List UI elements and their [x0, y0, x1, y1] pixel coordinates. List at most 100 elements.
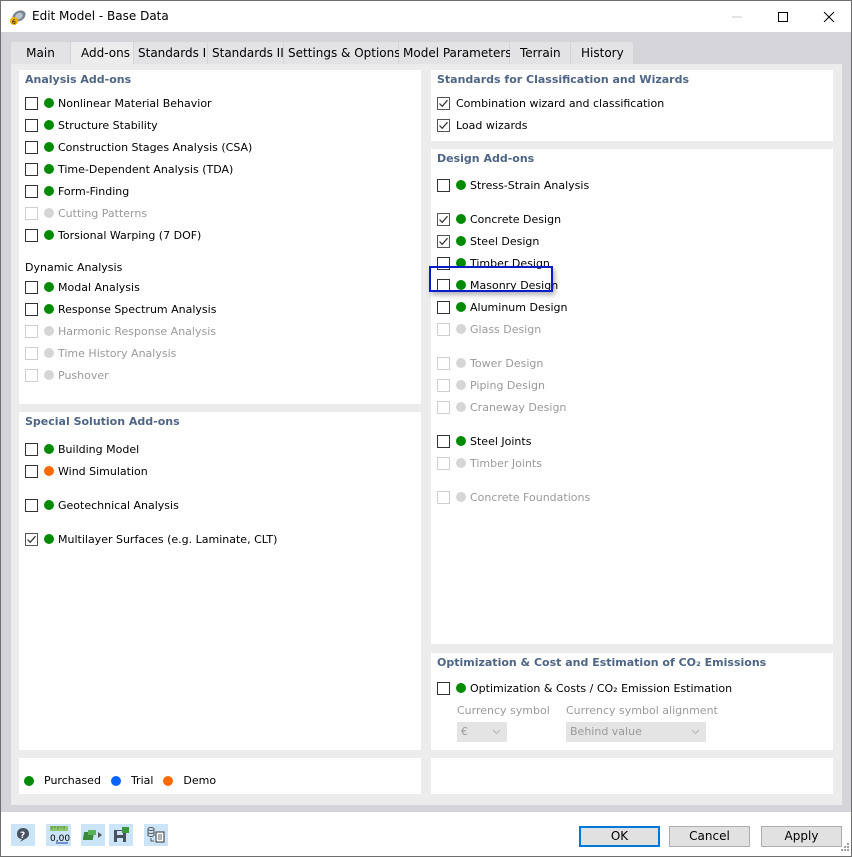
load-wizards-label: Load wizards: [456, 118, 528, 132]
addon-row-geotechnical-analysis[interactable]: Geotechnical Analysis: [25, 497, 179, 513]
addon-row-steel-joints[interactable]: Steel Joints: [437, 433, 531, 449]
apply-button[interactable]: Apply: [761, 826, 842, 847]
tab-standards-i[interactable]: Standards I: [134, 42, 208, 64]
addon-row-response-spectrum-analysis[interactable]: Response Spectrum Analysis: [25, 301, 216, 317]
masonry-design-checkbox[interactable]: [437, 278, 450, 292]
time-history-analysis-checkbox: [25, 346, 38, 360]
multilayer-surfaces-e-g-laminate-clt-checkbox[interactable]: [25, 532, 38, 546]
building-model-checkbox[interactable]: [25, 442, 38, 456]
tab-main[interactable]: Main: [11, 42, 71, 64]
wind-simulation-checkbox[interactable]: [25, 464, 38, 478]
currency-symbol-label: Currency symbol: [457, 704, 550, 717]
combination-wizard-and-classification-checkbox[interactable]: [437, 96, 450, 110]
check-mark-icon: [439, 99, 448, 107]
steel-joints-label: Steel Joints: [470, 434, 532, 448]
geotechnical-analysis-checkbox[interactable]: [25, 498, 38, 512]
help-button[interactable]: ?: [11, 824, 35, 846]
construction-stages-analysis-csa-checkbox[interactable]: [25, 140, 38, 154]
license-legend: Purchased Trial Demo: [24, 774, 226, 787]
addon-row-wind-simulation[interactable]: Wind Simulation: [25, 463, 148, 479]
steel-joints-checkbox[interactable]: [437, 434, 450, 448]
modal-analysis-checkbox[interactable]: [25, 280, 38, 294]
maximize-button[interactable]: [760, 1, 806, 32]
concrete-design-checkbox[interactable]: [437, 212, 450, 226]
aluminum-design-checkbox[interactable]: [437, 300, 450, 314]
tab-settings-options[interactable]: Settings & Options: [284, 42, 401, 64]
addon-row-multilayer-surfaces-e-g-laminate-clt[interactable]: Multilayer Surfaces (e.g. Laminate, CLT): [25, 531, 277, 547]
currency-alignment-value: Behind value: [570, 725, 642, 738]
time-history-analysis-label: Time History Analysis: [58, 346, 177, 360]
model-info-button[interactable]: [81, 824, 105, 846]
ok-button[interactable]: OK: [579, 826, 660, 847]
optimization-label: Optimization & Costs / CO₂ Emission Esti…: [470, 681, 733, 695]
close-button[interactable]: [806, 1, 852, 32]
special-addons-title: Special Solution Add-ons: [25, 415, 180, 428]
currency-alignment-select[interactable]: Behind value: [566, 722, 706, 742]
close-icon: [823, 11, 835, 22]
addon-row-tower-design: Tower Design: [437, 355, 543, 371]
addon-row-time-history-analysis: Time History Analysis: [25, 345, 176, 361]
addon-row-form-finding[interactable]: Form-Finding: [25, 183, 129, 199]
addon-row-time-dependent-analysis-tda[interactable]: Time-Dependent Analysis (TDA): [25, 161, 233, 177]
nonlinear-material-behavior-checkbox[interactable]: [25, 96, 38, 110]
structure-stability-checkbox[interactable]: [25, 118, 38, 132]
purchased-status-dot-icon: [456, 258, 466, 268]
tab-add-ons[interactable]: Add-ons: [71, 42, 134, 65]
units-decimal-button[interactable]: 0,00: [46, 824, 71, 846]
addon-row-timber-design[interactable]: Timber Design: [437, 255, 550, 271]
time-dependent-analysis-tda-checkbox[interactable]: [25, 162, 38, 176]
currency-symbol-select[interactable]: €: [457, 722, 507, 742]
tab-model-parameters[interactable]: Model Parameters: [399, 42, 512, 64]
addon-row-masonry-design[interactable]: Masonry Design: [437, 277, 558, 293]
legend-label-purchased: Purchased: [44, 774, 101, 787]
addon-row-aluminum-design[interactable]: Aluminum Design: [437, 299, 567, 315]
addon-row-nonlinear-material-behavior[interactable]: Nonlinear Material Behavior: [25, 95, 212, 111]
copy-data-button[interactable]: [144, 824, 168, 846]
response-spectrum-analysis-checkbox[interactable]: [25, 302, 38, 316]
addon-row-combination-wizard-and-classification[interactable]: Combination wizard and classification: [437, 95, 664, 111]
cancel-button[interactable]: Cancel: [669, 826, 750, 847]
save-defaults-button[interactable]: [109, 824, 133, 846]
timber-design-checkbox[interactable]: [437, 256, 450, 270]
addon-row-building-model[interactable]: Building Model: [25, 441, 139, 457]
addon-row-cutting-patterns: Cutting Patterns: [25, 205, 147, 221]
cutting-patterns-label: Cutting Patterns: [58, 206, 148, 220]
edit-model-dialog: 6 Edit Model - Base Data Main Add-ons St…: [0, 0, 852, 857]
addon-row-concrete-design[interactable]: Concrete Design: [437, 211, 561, 227]
resize-grip-icon[interactable]: [841, 841, 849, 854]
addon-row-steel-design[interactable]: Steel Design: [437, 233, 539, 249]
addon-row-harmonic-response-analysis: Harmonic Response Analysis: [25, 323, 216, 339]
form-finding-checkbox[interactable]: [25, 184, 38, 198]
tab-terrain[interactable]: Terrain: [510, 42, 571, 64]
purchased-status-dot-icon: [44, 186, 54, 196]
steel-design-checkbox[interactable]: [437, 234, 450, 248]
piping-design-label: Piping Design: [470, 378, 545, 392]
optimization-checkbox[interactable]: [437, 681, 450, 695]
tab-history[interactable]: History: [571, 42, 634, 64]
addon-row-optimization[interactable]: Optimization & Costs / CO₂ Emission Esti…: [437, 680, 732, 696]
unavailable-status-dot-icon: [456, 492, 466, 502]
addon-row-construction-stages-analysis-csa[interactable]: Construction Stages Analysis (CSA): [25, 139, 252, 155]
unavailable-status-dot-icon: [44, 348, 54, 358]
load-wizards-checkbox[interactable]: [437, 118, 450, 132]
torsional-warping-7-dof-checkbox[interactable]: [25, 228, 38, 242]
check-mark-icon: [27, 535, 36, 543]
unavailable-status-dot-icon: [44, 326, 54, 336]
purchased-status-dot-icon: [44, 304, 54, 314]
addon-row-modal-analysis[interactable]: Modal Analysis: [25, 279, 140, 295]
craneway-design-checkbox: [437, 400, 450, 414]
stress-strain-analysis-checkbox[interactable]: [437, 178, 450, 192]
minimize-button[interactable]: [714, 1, 760, 32]
addon-row-concrete-foundations: Concrete Foundations: [437, 489, 590, 505]
cutting-patterns-checkbox: [25, 206, 38, 220]
purchased-status-dot-icon: [456, 683, 466, 693]
building-model-label: Building Model: [58, 442, 140, 456]
timber-design-label: Timber Design: [470, 256, 550, 270]
addon-row-load-wizards[interactable]: Load wizards: [437, 117, 528, 133]
tab-bar: Main Add-ons Standards I Standards II Se…: [11, 42, 634, 65]
purchased-status-dot-icon: [456, 214, 466, 224]
addon-row-stress-strain-analysis[interactable]: Stress-Strain Analysis: [437, 177, 589, 193]
addon-row-structure-stability[interactable]: Structure Stability: [25, 117, 158, 133]
tab-standards-ii[interactable]: Standards II: [208, 42, 284, 64]
addon-row-torsional-warping-7-dof[interactable]: Torsional Warping (7 DOF): [25, 227, 201, 243]
